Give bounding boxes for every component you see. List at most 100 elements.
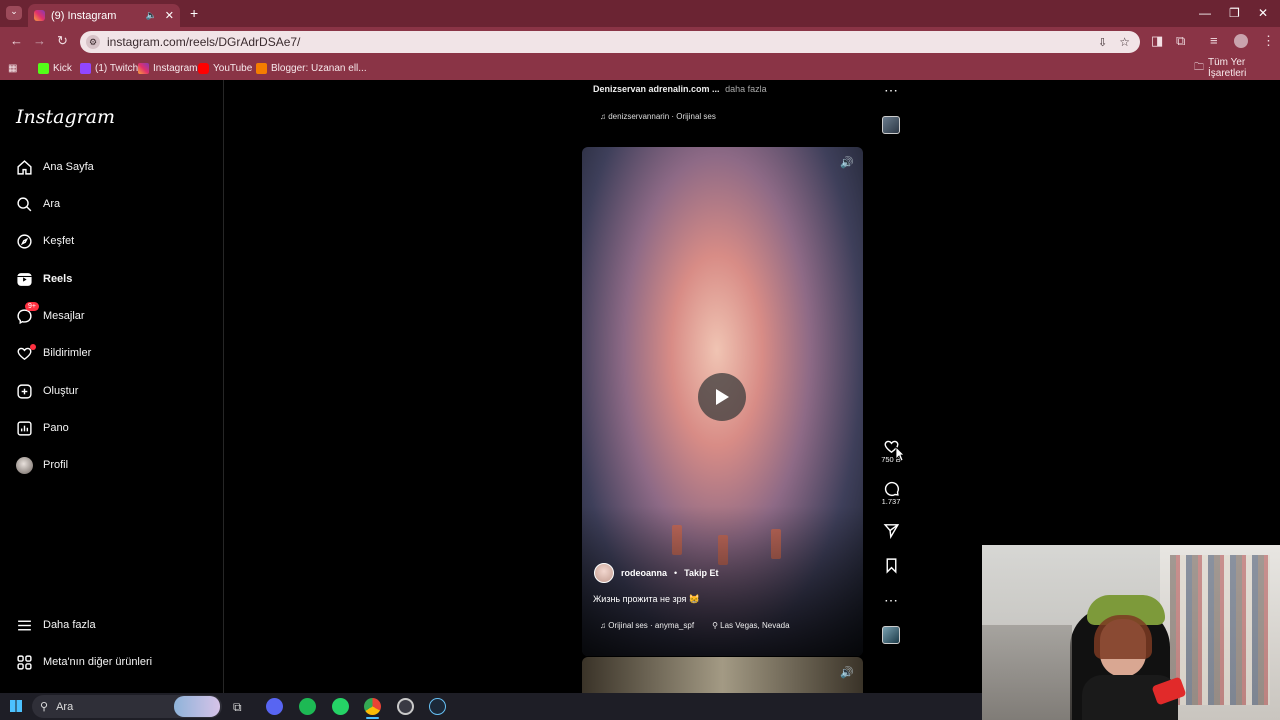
mouse-cursor	[895, 446, 905, 462]
spotify-icon[interactable]	[299, 698, 316, 715]
chrome-active-indicator	[366, 717, 379, 719]
sidebar-meta-products[interactable]: Meta'nın diğer ürünleri	[16, 650, 216, 674]
windows-start-icon[interactable]	[10, 700, 22, 712]
sidebar-item-home[interactable]: Ana Sayfa	[16, 155, 216, 179]
music-note-icon: ♫	[600, 112, 606, 121]
search-icon	[17, 196, 32, 211]
reel-location[interactable]: ⚲ Las Vegas, Nevada	[712, 621, 789, 630]
desk-items	[982, 625, 1072, 720]
author-username[interactable]: rodeoanna	[621, 568, 667, 578]
hamburger-icon	[18, 620, 31, 630]
bookmark-kick[interactable]: Kick	[38, 61, 72, 75]
translate-icon[interactable]: ◨	[1151, 33, 1163, 49]
reel-author: rodeoanna • Takip Et	[594, 563, 719, 583]
browser-tab[interactable]: (9) Instagram 🔈 ✕	[28, 4, 180, 27]
chart-icon	[17, 420, 32, 436]
chrome-icon[interactable]	[364, 698, 381, 715]
home-icon	[17, 159, 32, 175]
location-pin-icon: ⚲	[712, 621, 718, 630]
browser-menu-icon[interactable]: ⋮	[1262, 33, 1275, 49]
author-avatar[interactable]	[594, 563, 614, 583]
reload-icon[interactable]: ↻	[57, 33, 68, 49]
recorder-icon[interactable]	[397, 698, 414, 715]
extensions-icon[interactable]: ⧉	[1176, 33, 1185, 49]
more-options-button[interactable]: ⋯	[880, 592, 902, 609]
restore-button[interactable]: ❐	[1229, 6, 1240, 20]
profile-avatar-icon[interactable]	[1234, 34, 1248, 48]
folder-icon: 🗀	[1194, 61, 1204, 73]
avatar	[16, 456, 33, 474]
tab-audio-icon[interactable]: 🔈	[146, 10, 157, 21]
comment-count: 1.737	[881, 497, 901, 506]
volume-icon[interactable]: 🔊	[840, 156, 854, 169]
previous-audio-thumbnail[interactable]	[882, 116, 900, 134]
new-tab-button[interactable]: +	[190, 5, 198, 21]
audio-thumbnail[interactable]	[882, 626, 900, 644]
save-button[interactable]	[880, 557, 902, 574]
install-app-icon[interactable]: ⇩	[1098, 36, 1107, 49]
heart-icon-wrap	[16, 343, 36, 362]
tab-title: (9) Instagram	[51, 9, 117, 22]
sidebar-item-dashboard[interactable]: Pano	[16, 416, 216, 440]
previous-post-audio[interactable]: ♫ denizservannarin · Orijinal ses	[600, 112, 716, 121]
play-button[interactable]	[698, 373, 746, 421]
comment-button[interactable]: 1.737	[880, 480, 902, 506]
bookmark-icon	[886, 558, 896, 574]
previous-post-more-button[interactable]: ⋯	[880, 82, 902, 99]
apps-icon[interactable]: ▦	[8, 61, 17, 75]
messenger-icon-wrap: 9+	[16, 301, 39, 325]
sidebar-more[interactable]: Daha fazla	[16, 613, 216, 637]
site-info-icon[interactable]: ⚙	[86, 35, 100, 49]
volume-icon[interactable]: 🔊	[840, 666, 854, 679]
plus-icon	[17, 383, 32, 399]
send-icon	[883, 524, 899, 539]
messages-badge: 9+	[25, 301, 39, 311]
forward-icon[interactable]: →	[33, 33, 46, 48]
bookmark-star-icon[interactable]: ☆	[1119, 35, 1130, 49]
sidebar-item-reels[interactable]: Reels	[16, 267, 216, 291]
bookmark-twitch[interactable]: (1) Twitch	[80, 61, 138, 75]
bookmark-blogger[interactable]: Blogger: Uzanan ell...	[256, 61, 367, 75]
follow-button[interactable]: Takip Et	[684, 568, 718, 578]
bookmark-instagram[interactable]: Instagram	[138, 61, 197, 75]
taskbar-search[interactable]: ⚲ Ara	[32, 695, 222, 718]
address-bar[interactable]: ⚙ instagram.com/reels/DGrAdrDSAe7/ ⇩ ☆	[80, 31, 1140, 53]
instagram-logo[interactable]: Instagram	[16, 106, 115, 128]
steam-icon[interactable]	[429, 698, 446, 715]
bookmark-youtube[interactable]: YouTube	[198, 61, 252, 75]
tab-close-icon[interactable]: ✕	[165, 9, 174, 22]
compass-icon	[17, 233, 32, 249]
caption-more-link[interactable]: daha fazla	[725, 84, 767, 94]
webcam-overlay	[982, 545, 1280, 720]
instagram-favicon-icon	[34, 10, 45, 21]
share-button[interactable]	[880, 522, 902, 539]
url-text: instagram.com/reels/DGrAdrDSAe7/	[107, 35, 301, 49]
reel-meta: ♫ Orijinal ses · anyma_spf ⚲ Las Vegas, …	[600, 621, 790, 630]
bookmarks-bar: ▦ Kick (1) Twitch Instagram YouTube Blog…	[0, 56, 1280, 80]
reels-icon	[17, 272, 32, 286]
next-reel-video[interactable]: 🔊	[582, 657, 863, 693]
back-icon[interactable]: ←	[10, 33, 23, 48]
notification-dot	[30, 343, 36, 350]
play-icon	[716, 389, 729, 405]
sidebar-item-profile[interactable]: Profil	[16, 453, 216, 477]
discord-icon[interactable]	[266, 698, 283, 715]
reel-caption: Жизнь прожита не зря 😸	[593, 594, 701, 604]
sidebar-item-search[interactable]: Ara	[16, 192, 216, 216]
sidebar-item-messages[interactable]: 9+ Mesajlar	[16, 301, 216, 328]
whatsapp-icon[interactable]	[332, 698, 349, 715]
sidebar-item-explore[interactable]: Keşfet	[16, 229, 216, 253]
sidebar-item-notifications[interactable]: Bildirimler	[16, 341, 216, 365]
search-highlight-image	[174, 696, 220, 717]
minimize-button[interactable]: —	[1199, 6, 1211, 20]
media-icon[interactable]: ≡	[1210, 33, 1218, 48]
window-close-button[interactable]: ✕	[1258, 6, 1268, 20]
sidebar-item-create[interactable]: Oluştur	[16, 379, 216, 403]
all-bookmarks[interactable]: 🗀 Tüm Yer İşaretleri	[1194, 57, 1280, 79]
reel-audio[interactable]: ♫ Orijinal ses · anyma_spf	[600, 621, 694, 630]
streamer-hair	[1094, 615, 1152, 659]
tab-list-button[interactable]: ⌄	[6, 6, 22, 20]
task-view-icon[interactable]: ⧉	[233, 700, 242, 715]
music-note-icon: ♫	[600, 621, 606, 630]
meta-grid-icon	[17, 654, 32, 670]
